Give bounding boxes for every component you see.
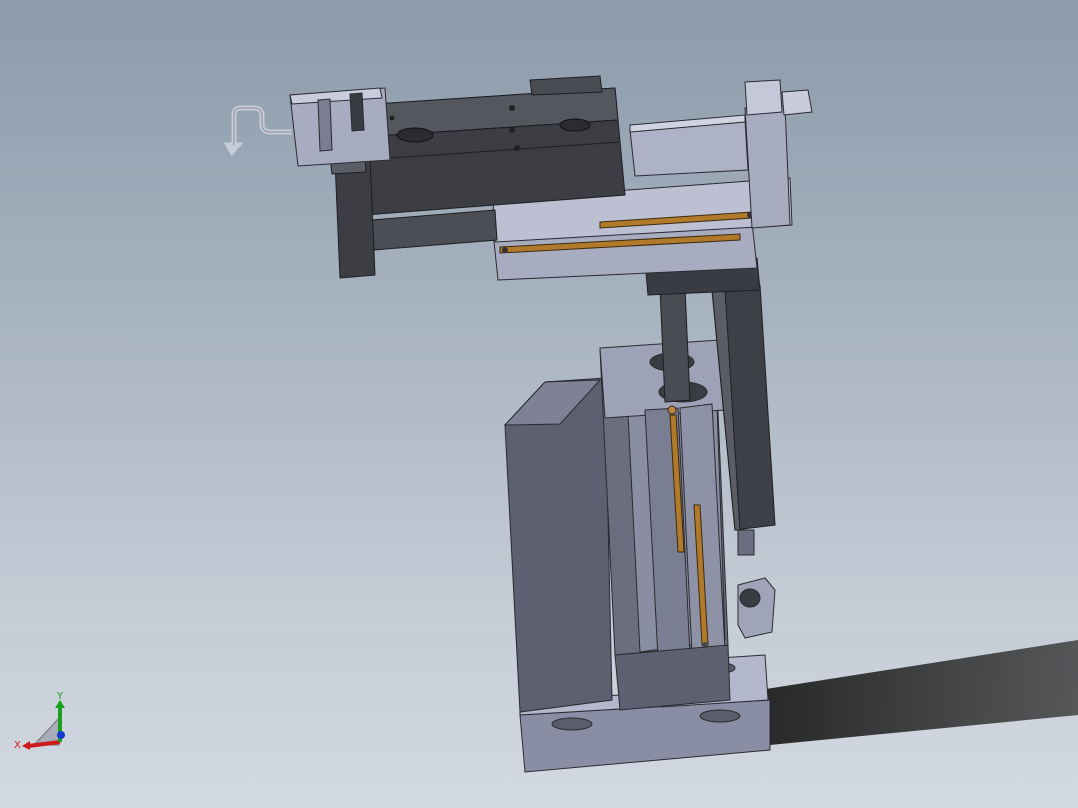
y-axis-label: Y <box>56 691 64 702</box>
z-axis-dot <box>57 731 65 739</box>
coordinate-triad: X Y <box>14 691 65 751</box>
air-fitting <box>223 105 292 157</box>
lock-knob[interactable] <box>737 577 776 639</box>
vertical-column[interactable] <box>503 339 731 713</box>
cad-viewport[interactable]: X Y <box>0 0 1078 808</box>
floor-shadow <box>760 640 1078 745</box>
piston-rod <box>371 209 498 251</box>
base-slot-hole <box>551 717 593 731</box>
x-axis-label: X <box>14 740 21 751</box>
adjust-screw[interactable] <box>781 89 813 116</box>
base-slot-hole <box>699 709 741 723</box>
gripper-block[interactable] <box>289 87 391 167</box>
screw-head <box>667 405 677 415</box>
vertical-rod <box>659 287 691 403</box>
cad-model-scene[interactable] <box>0 0 1078 808</box>
